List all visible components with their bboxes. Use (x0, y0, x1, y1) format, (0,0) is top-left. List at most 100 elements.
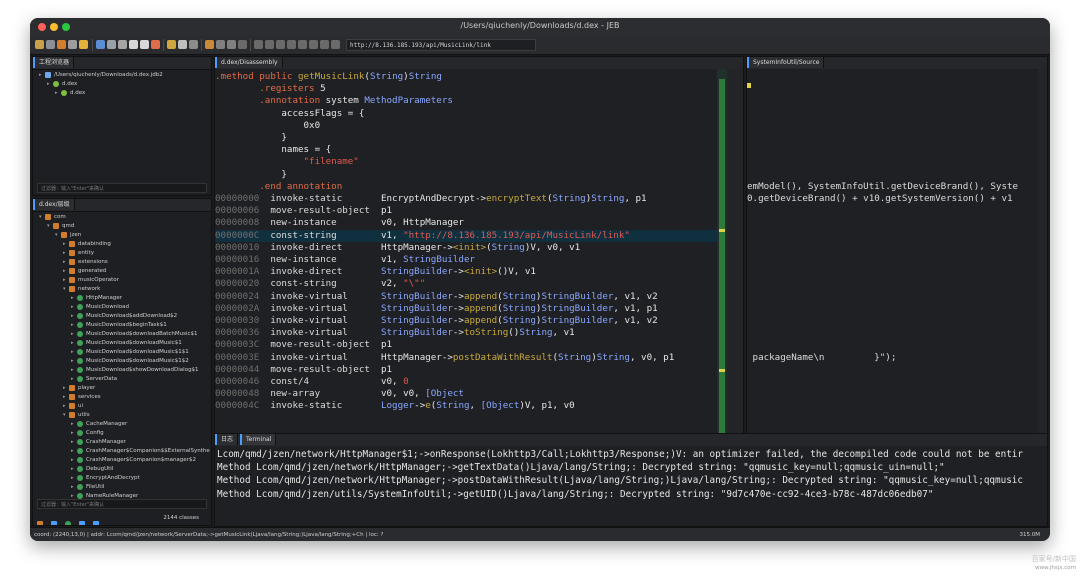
checkbox-icon[interactable] (93, 520, 100, 525)
tree-item[interactable]: ▸ d.dex (47, 80, 77, 89)
stop-icon[interactable] (151, 40, 160, 49)
tree-item[interactable]: ▸ ServerData (71, 375, 117, 384)
tree-item[interactable]: ▸ EncryptAndDecrypt (71, 474, 140, 483)
code-line[interactable]: 0000002A invoke-virtual StringBuilder->a… (215, 303, 717, 315)
comment-icon[interactable] (167, 40, 176, 49)
code-line[interactable]: 00000016 new-instance v1, StringBuilder (215, 254, 717, 266)
graph-icon[interactable] (216, 40, 225, 49)
hex-icon[interactable] (238, 40, 247, 49)
decompile-icon[interactable] (205, 40, 214, 49)
code-line[interactable]: 0x0 (215, 120, 717, 132)
tree-item[interactable]: ▾ utils (63, 411, 90, 420)
tree-item[interactable]: ▸ musicOperator (63, 276, 119, 285)
code-line[interactable]: 0000004C invoke-static Logger->e(String,… (215, 400, 717, 412)
tree-item[interactable]: ▸ Config (71, 429, 104, 438)
tree-item[interactable]: ▾ qmd (47, 222, 74, 231)
tree-item[interactable]: ▾ network (63, 285, 100, 294)
cut-icon[interactable] (68, 40, 77, 49)
step-icon[interactable] (118, 40, 127, 49)
console-log[interactable]: Lcom/qmd/jzen/network/HttpManager$1;->on… (215, 446, 1047, 526)
tab-hierarchy[interactable]: d.dex/层级 (33, 199, 75, 210)
code-line[interactable]: 00000036 invoke-virtual StringBuilder->t… (215, 327, 717, 339)
code-line[interactable]: .annotation system MethodParameters (215, 95, 717, 107)
tree-item[interactable]: ▸ MusicDownload$beginTask$1 (71, 321, 167, 330)
step-into-icon[interactable] (265, 40, 274, 49)
code-line[interactable]: 0000000C const-string v1, "http://8.136.… (215, 229, 717, 242)
tree-item[interactable]: ▸ MusicDownload (71, 303, 129, 312)
code-line[interactable]: 00000046 const/4 v0, 0 (215, 376, 717, 388)
code-icon[interactable] (227, 40, 236, 49)
code-line[interactable]: 00000008 new-instance v0, HttpManager (215, 217, 717, 229)
tree-item[interactable]: ▸ CrashManager$Companion$$ExternalSynthe (71, 447, 210, 456)
tree-item[interactable]: ▸ services (63, 393, 101, 402)
code-line[interactable]: 00000030 invoke-virtual StringBuilder->a… (215, 315, 717, 327)
source-line[interactable]: 0.getDeviceBrand() + v10.getSystemVersio… (747, 193, 1013, 205)
save-icon[interactable] (46, 40, 55, 49)
package-toggle-icon[interactable] (37, 520, 43, 525)
tree-item[interactable]: ▸ CacheManager (71, 420, 127, 429)
tree-item[interactable]: ▸ generated (63, 267, 106, 276)
step-out-icon[interactable] (287, 40, 296, 49)
code-line[interactable]: 00000044 move-result-object p1 (215, 364, 717, 376)
code-line[interactable]: } (215, 132, 717, 144)
code-line[interactable]: 00000010 invoke-direct HttpManager-><ini… (215, 242, 717, 254)
vertical-scrollbar[interactable] (727, 69, 743, 455)
open-icon[interactable] (35, 40, 44, 49)
tree-item[interactable]: ▸ player (63, 384, 95, 393)
code-line[interactable]: 00000024 invoke-virtual StringBuilder->a… (215, 291, 717, 303)
forward-icon[interactable] (140, 40, 149, 49)
source-scrollbar[interactable] (1037, 69, 1047, 455)
terminate-icon[interactable] (320, 40, 329, 49)
rename-icon[interactable] (178, 40, 187, 49)
tree-item[interactable]: ▸ extensions (63, 258, 108, 267)
detach-icon[interactable] (331, 40, 340, 49)
tree-item[interactable]: ▸ MusicDownload$downloadMusic$1$2 (71, 357, 189, 366)
tree-item[interactable]: ▸ DebugUtil (71, 465, 113, 474)
code-line[interactable]: names = { (215, 144, 717, 156)
checkbox-icon[interactable] (79, 520, 86, 525)
resume-icon[interactable] (298, 40, 307, 49)
code-line[interactable]: .method public getMusicLink(String)Strin… (215, 71, 717, 83)
tree-item[interactable]: ▸ CrashManager$Companion$manager$2 (71, 456, 196, 465)
class-toggle-icon[interactable] (65, 520, 72, 525)
code-line[interactable]: accessFlags = { (215, 108, 717, 120)
tree-item[interactable]: ▸ CrashManager (71, 438, 126, 447)
overview-ruler[interactable] (717, 69, 727, 455)
code-line[interactable]: 00000020 const-string v2, "\"" (215, 278, 717, 290)
pause-icon[interactable] (309, 40, 318, 49)
breakpoint-icon[interactable] (254, 40, 263, 49)
code-line[interactable]: .end annotation (215, 181, 717, 193)
tree-item[interactable]: ▸ FileUtil (71, 483, 104, 492)
step-over-icon[interactable] (276, 40, 285, 49)
attach-icon[interactable] (107, 40, 116, 49)
tab-project-explorer[interactable]: 工程浏览器 (33, 57, 75, 68)
back-icon[interactable] (129, 40, 138, 49)
navigation-field[interactable]: http://8.136.185.193/api/MusicLink/link (346, 39, 536, 51)
tree-item[interactable]: ▸ MusicDownload$showDownloadDialog$1 (71, 366, 199, 375)
tab-source[interactable]: SystemInfoUtil/Source (747, 57, 825, 68)
code-line[interactable]: 0000003E invoke-virtual HttpManager->pos… (215, 352, 717, 364)
tree-item[interactable]: ▸ databinding (63, 240, 111, 249)
run-icon[interactable] (79, 40, 88, 49)
tree-item[interactable]: ▸ d.dex (55, 89, 85, 98)
code-line[interactable]: 0000003C move-result-object p1 (215, 339, 717, 351)
tab-disassembly[interactable]: d.dex/Disassembly (215, 57, 283, 68)
tree-item[interactable]: ▸ MusicDownload$downloadMusic$1 (71, 339, 182, 348)
tree-item[interactable]: ▸/Users/qiuchenly/Downloads/d.dex.jdb2 (39, 71, 163, 80)
code-line[interactable]: "filename" (215, 156, 717, 168)
tree-item[interactable]: ▸ HttpManager (71, 294, 122, 303)
disassembly-code[interactable]: .method public getMusicLink(String)Strin… (215, 69, 717, 455)
tree-item[interactable]: ▸ NameRuleManager (71, 492, 138, 499)
settings-icon[interactable] (57, 40, 66, 49)
source-code[interactable]: emModel(), SystemInfoUtil.getDeviceBrand… (747, 69, 1036, 455)
tree-item[interactable]: ▸ ui (63, 402, 83, 411)
tree-item[interactable]: ▸ MusicDownload$addDownload$2 (71, 312, 177, 321)
tab-log[interactable]: 日志 (215, 434, 239, 445)
source-line[interactable]: emModel(), SystemInfoUtil.getDeviceBrand… (747, 181, 1018, 193)
checkbox-icon[interactable] (51, 520, 58, 525)
tree-item[interactable]: ▸ MusicDownload$downloadMusic$1$1 (71, 348, 189, 357)
code-line[interactable]: 0000001A invoke-direct StringBuilder-><i… (215, 266, 717, 278)
tab-terminal[interactable]: Terminal (240, 434, 277, 445)
code-line[interactable]: 00000048 new-array v0, v0, [Object (215, 388, 717, 400)
code-line[interactable]: 00000000 invoke-static EncryptAndDecrypt… (215, 193, 717, 205)
